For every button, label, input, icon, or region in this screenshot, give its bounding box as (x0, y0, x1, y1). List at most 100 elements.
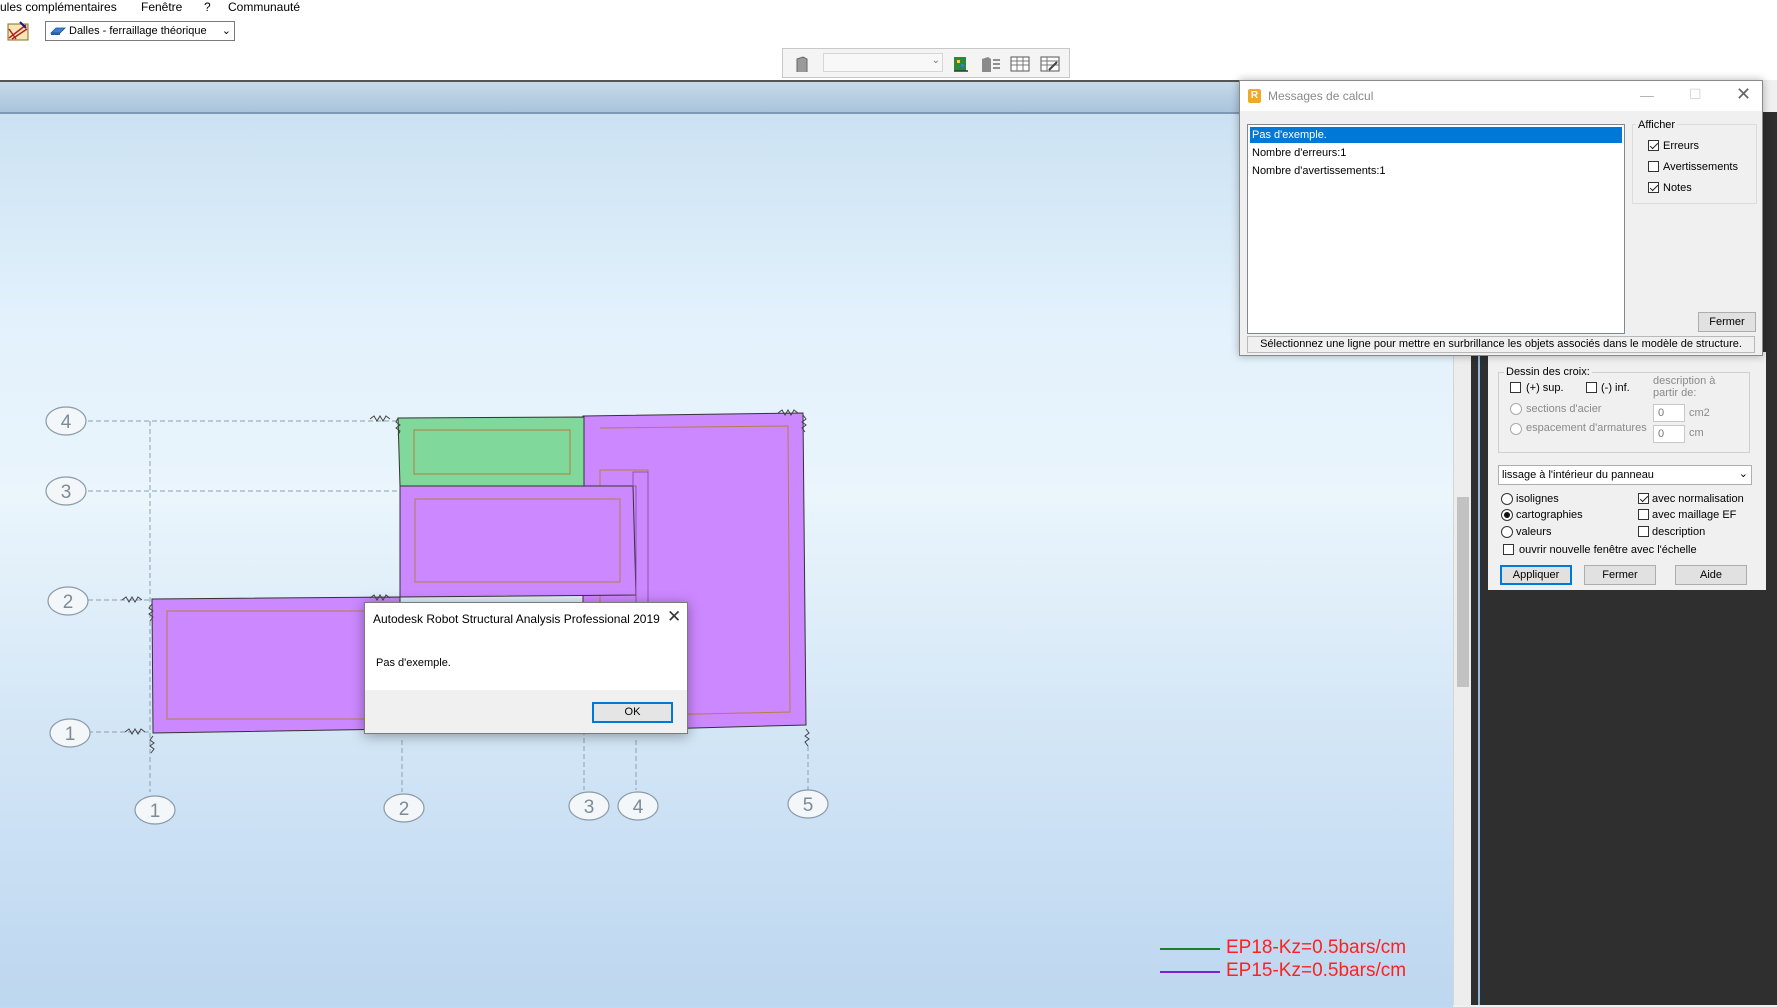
robot-app-icon: R (1248, 89, 1261, 103)
structure-drawing[interactable]: 4 3 2 1 1 2 3 4 5 (0, 112, 1453, 1005)
slab-bottom-left[interactable] (151, 596, 401, 734)
close-icon[interactable]: ✕ (667, 607, 681, 627)
view-combo[interactable]: ⌄ (823, 53, 943, 72)
structure-icon[interactable] (951, 54, 971, 74)
cross-group-title: Dessin des croix: (1504, 366, 1592, 378)
sup-checkbox[interactable] (1510, 382, 1521, 393)
minimize-icon[interactable]: — (1640, 87, 1654, 103)
table-icon[interactable] (1009, 54, 1031, 74)
sections-unit: cm2 (1689, 407, 1710, 419)
legend-text: EP15-Kz=0.5bars/cm (1226, 960, 1407, 981)
menu-item-window[interactable]: Fenêtre (141, 0, 182, 15)
grid-label-x4: 4 (633, 797, 644, 818)
description-checkbox[interactable] (1638, 526, 1649, 537)
isolines-radio[interactable] (1501, 493, 1513, 505)
spacing-label: espacement d'armatures (1526, 422, 1647, 434)
grid-label-y4: 4 (61, 412, 72, 433)
errors-label: Erreurs (1663, 140, 1700, 152)
normalization-label: avec normalisation (1652, 493, 1744, 505)
messages-status-bar: Sélectionnez une ligne pour mettre en su… (1247, 336, 1755, 353)
help-button[interactable]: Aide (1675, 565, 1747, 585)
dialog-title: Autodesk Robot Structural Analysis Profe… (373, 612, 660, 626)
normalization-checkbox[interactable] (1638, 493, 1649, 504)
legend-text: EP18-Kz=0.5bars/cm (1226, 937, 1407, 958)
errors-checkbox[interactable] (1648, 140, 1659, 151)
table-edit-icon[interactable] (1039, 54, 1061, 74)
maps-radio[interactable] (1501, 509, 1513, 521)
sections-input[interactable]: 0 (1653, 404, 1685, 422)
smoothing-select[interactable]: lissage à l'intérieur du panneau ⌄ (1498, 465, 1752, 485)
sup-label: (+) sup. (1526, 382, 1564, 394)
fe-mesh-checkbox[interactable] (1638, 509, 1649, 520)
list-item[interactable]: Pas d'exemple. (1250, 127, 1622, 143)
maps-settings-panel: Dessin des croix: (+) sup. (-) inf. desc… (1488, 352, 1766, 590)
grid-label-x2: 2 (399, 799, 410, 820)
menu-bar: ules complémentaires Fenêtre ? Communaut… (0, 0, 1777, 18)
legend-line-green (1160, 948, 1220, 950)
menu-item-help[interactable]: ? (204, 0, 211, 15)
messages-window: R Messages de calcul — ☐ ✕ Pas d'exemple… (1239, 80, 1763, 356)
list-item[interactable]: Nombre d'erreurs:1 (1250, 145, 1622, 161)
maximize-icon[interactable]: ☐ (1689, 86, 1702, 103)
notes-label: Notes (1663, 182, 1692, 194)
layout-select-value: Dalles - ferraillage théorique (69, 25, 207, 37)
values-radio[interactable] (1501, 526, 1513, 538)
inf-label: (-) inf. (1601, 382, 1630, 394)
scrollbar-thumb[interactable] (1457, 497, 1469, 687)
legend-line-purple (1160, 971, 1220, 973)
close-icon[interactable]: ✕ (1736, 84, 1751, 105)
isolines-label: isolignes (1516, 493, 1559, 505)
chevron-down-icon: ⌄ (931, 55, 940, 66)
spacing-unit: cm (1689, 427, 1704, 439)
messages-window-title: Messages de calcul (1268, 89, 1374, 103)
description-label: description (1652, 526, 1706, 538)
new-window-checkbox[interactable] (1503, 544, 1514, 555)
messages-list[interactable]: Pas d'exemple. Nombre d'erreurs:1 Nombre… (1247, 124, 1625, 334)
dialog-footer: OK (365, 690, 687, 733)
spacing-input[interactable]: 0 (1653, 425, 1685, 443)
description-from-label: description à partir de: (1653, 375, 1716, 399)
grid-label-x1: 1 (150, 801, 161, 822)
sections-label: sections d'acier (1526, 403, 1602, 415)
new-window-label: ouvrir nouvelle fenêtre avec l'échelle (1519, 544, 1697, 556)
fe-mesh-label: avec maillage EF (1652, 509, 1737, 521)
grid-label-y1: 1 (65, 724, 76, 745)
notes-checkbox[interactable] (1648, 182, 1659, 193)
layout-select[interactable]: Dalles - ferraillage théorique ⌄ (45, 21, 235, 41)
mini-toolbar: ⌄ (782, 48, 1070, 78)
grid-label-x5: 5 (803, 795, 814, 816)
alert-dialog: Autodesk Robot Structural Analysis Profe… (364, 602, 688, 734)
slab-green-top[interactable] (397, 416, 585, 487)
close-button[interactable]: Fermer (1584, 565, 1656, 585)
inf-checkbox[interactable] (1586, 382, 1597, 393)
maps-label: cartographies (1516, 509, 1583, 521)
menu-item-community[interactable]: Communauté (228, 0, 300, 15)
chevron-down-icon: ⌄ (221, 25, 231, 37)
grid-label-x3: 3 (584, 797, 595, 818)
grid-label-y3: 3 (61, 482, 72, 503)
spacing-radio[interactable] (1510, 423, 1522, 435)
warnings-label: Avertissements (1663, 161, 1738, 173)
dialog-message: Pas d'exemple. (376, 657, 451, 669)
show-group-title: Afficher (1636, 119, 1678, 131)
apply-button[interactable]: Appliquer (1500, 565, 1572, 585)
legend-entry-ep15: EP15-Kz=0.5bars/cm (1160, 960, 1460, 982)
chevron-down-icon: ⌄ (1738, 468, 1748, 480)
list-item[interactable]: Nombre d'avertissements:1 (1250, 163, 1622, 179)
section-list-icon[interactable] (979, 54, 1001, 74)
slab-reinforcement-icon[interactable] (6, 20, 30, 44)
values-label: valeurs (1516, 526, 1552, 538)
toolbar: Dalles - ferraillage théorique ⌄ ⌄ (0, 17, 1777, 80)
sections-radio[interactable] (1510, 403, 1522, 415)
messages-close-button[interactable]: Fermer (1698, 312, 1756, 332)
warnings-checkbox[interactable] (1648, 161, 1659, 172)
view-header-strip (0, 82, 1453, 114)
grid-label-y2: 2 (63, 592, 74, 613)
ok-button[interactable]: OK (592, 702, 673, 723)
slab-icon (50, 27, 66, 35)
messages-titlebar[interactable]: R Messages de calcul — ☐ ✕ (1240, 81, 1762, 111)
legend-entry-ep18: EP18-Kz=0.5bars/cm (1160, 937, 1460, 959)
smoothing-value: lissage à l'intérieur du panneau (1502, 469, 1654, 481)
section-icon[interactable] (793, 55, 811, 73)
menu-item-addins[interactable]: ules complémentaires (0, 0, 117, 15)
